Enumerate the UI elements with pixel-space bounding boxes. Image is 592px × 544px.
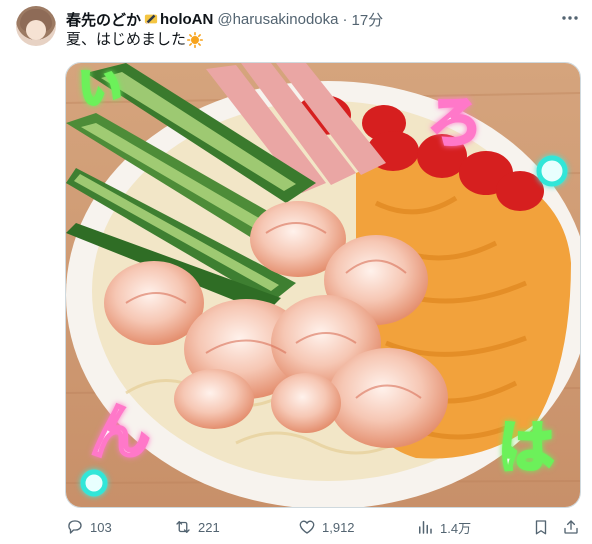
like-button[interactable]: 1,912 <box>298 516 355 538</box>
reply-count: 103 <box>90 519 112 535</box>
tweet-text: 夏、はじめました <box>66 30 204 50</box>
overlay-dot-left <box>80 469 108 497</box>
like-icon <box>299 520 315 534</box>
bookmark-icon <box>535 520 547 535</box>
pencil-emoji-icon <box>144 14 158 25</box>
share-icon <box>564 520 578 534</box>
repost-button[interactable]: 221 <box>174 516 220 538</box>
tweet-photo[interactable]: い ろ ん は <box>65 62 581 508</box>
overlay-dot-right <box>536 155 568 187</box>
tweet-header: 春先のどか holoAN @harusakinodoka · 17分 <box>66 9 383 29</box>
bookmark-button[interactable] <box>532 516 550 538</box>
timestamp[interactable]: 17分 <box>351 9 383 30</box>
views-icon <box>419 521 432 534</box>
org-name[interactable]: holoAN <box>160 11 213 28</box>
overlay-text-ro: ろ <box>428 91 482 154</box>
overlay-text-ha: は <box>498 416 554 481</box>
repost-count: 221 <box>198 519 220 535</box>
tweet-text-body: 夏、はじめました <box>66 31 187 48</box>
display-name[interactable]: 春先のどか <box>66 9 141 30</box>
food-photo-svg: い ろ ん は <box>66 63 580 507</box>
avatar[interactable] <box>16 6 56 46</box>
share-button[interactable] <box>562 516 580 538</box>
views-count: 1.4万 <box>440 520 472 536</box>
overlay-text-n: ん <box>90 398 150 468</box>
overlay-text-i: い <box>78 63 122 114</box>
views-button[interactable]: 1.4万 <box>416 516 471 538</box>
user-handle[interactable]: @harusakinodoka <box>217 11 338 28</box>
tweet-actions: 103 221 1,912 1.4万 <box>66 516 580 538</box>
reply-button[interactable]: 103 <box>66 516 112 538</box>
sun-emoji-icon <box>187 32 204 48</box>
more-icon[interactable] <box>560 8 580 28</box>
reply-icon <box>68 520 82 534</box>
repost-icon <box>176 521 190 533</box>
separator: · <box>342 10 348 28</box>
avatar-face <box>26 20 46 40</box>
like-count: 1,912 <box>322 519 355 535</box>
